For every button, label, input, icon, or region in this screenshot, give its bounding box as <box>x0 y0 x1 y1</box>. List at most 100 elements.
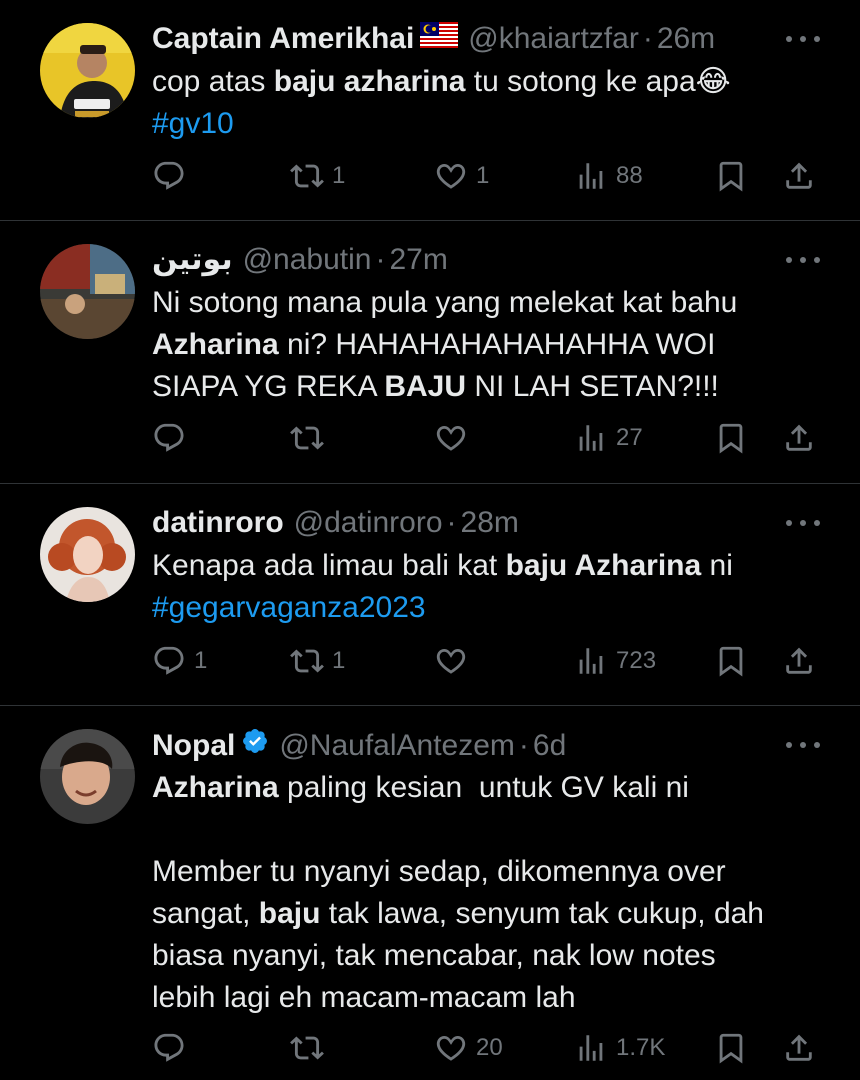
view-count: 27 <box>616 424 643 451</box>
repost-icon <box>290 159 324 193</box>
text-part: tu sotong ke apa <box>465 65 696 98</box>
like-button[interactable]: 1 <box>434 159 489 193</box>
views-icon <box>574 421 608 455</box>
user-handle[interactable]: @khaiartzfar <box>468 21 639 57</box>
share-icon <box>782 421 816 455</box>
tweet[interactable]: datinroro @datinroro · 28m Kenapa ada li… <box>0 484 860 706</box>
text-bold: baju azharina <box>273 65 466 98</box>
repost-button[interactable] <box>290 421 332 455</box>
heart-icon <box>434 644 468 678</box>
avatar[interactable] <box>40 507 135 602</box>
tweet-text: Ni sotong mana pula yang melekat kat bah… <box>152 282 820 408</box>
repost-icon <box>290 1031 324 1065</box>
text-bold: baju <box>258 897 321 930</box>
tweet-actions: 20 1.7K <box>152 1031 820 1067</box>
tweet[interactable]: Captain Amerikhai @khaiartzfar · 26m cop… <box>0 0 860 221</box>
user-handle[interactable]: @NaufalAntezem <box>279 728 515 764</box>
malaysia-flag-icon <box>420 21 459 57</box>
text-part: NI LAH SETAN?!!! <box>466 370 719 403</box>
views-button[interactable]: 723 <box>574 644 656 678</box>
repost-count: 1 <box>332 162 346 189</box>
repost-icon <box>290 421 324 455</box>
tweet-text: Kenapa ada limau bali kat baju Azharina … <box>152 545 820 629</box>
separator-dot: · <box>518 728 529 762</box>
reply-icon <box>152 1031 186 1065</box>
like-button[interactable] <box>434 421 476 455</box>
like-count: 20 <box>476 1034 503 1061</box>
timestamp[interactable]: 27m <box>389 242 447 278</box>
bookmark-button[interactable] <box>714 159 748 193</box>
reply-button[interactable]: 1 <box>152 644 207 678</box>
avatar[interactable] <box>40 244 135 339</box>
reply-icon <box>152 159 186 193</box>
heart-icon <box>434 421 468 455</box>
share-button[interactable] <box>782 421 816 455</box>
text-bold: Azharina <box>152 771 279 804</box>
bookmark-icon <box>714 644 748 678</box>
like-button[interactable]: 20 <box>434 1031 503 1065</box>
display-name[interactable]: datinroro <box>152 505 284 541</box>
timestamp[interactable]: 28m <box>461 505 519 541</box>
share-icon <box>782 644 816 678</box>
more-options-icon[interactable] <box>786 740 820 750</box>
like-count: 1 <box>476 162 490 189</box>
bookmark-button[interactable] <box>714 1031 748 1065</box>
reply-count: 1 <box>194 647 208 674</box>
more-options-icon[interactable] <box>786 518 820 528</box>
more-options-icon[interactable] <box>786 34 820 44</box>
text-part: ni <box>709 549 733 582</box>
more-options-icon[interactable] <box>786 255 820 265</box>
timestamp[interactable]: 6d <box>533 728 566 764</box>
hashtag-link[interactable]: #gv10 <box>152 107 234 140</box>
like-button[interactable] <box>434 644 476 678</box>
display-name[interactable]: بوتين <box>152 242 233 278</box>
tweet-text: Azharina paling kesian untuk GV kali ni … <box>152 767 820 1019</box>
repost-count: 1 <box>332 647 346 674</box>
tweet[interactable]: بوتين @nabutin · 27m Ni sotong mana pula… <box>0 221 860 484</box>
timestamp[interactable]: 26m <box>657 21 715 57</box>
reply-button[interactable] <box>152 421 194 455</box>
share-icon <box>782 1031 816 1065</box>
display-name[interactable]: Nopal <box>152 728 235 764</box>
separator-dot: · <box>375 243 386 276</box>
text-bold: baju Azharina <box>505 549 702 582</box>
avatar[interactable] <box>40 729 135 824</box>
reply-icon <box>152 421 186 455</box>
views-icon <box>574 644 608 678</box>
views-icon <box>574 159 608 193</box>
display-name[interactable]: Captain Amerikhai <box>152 21 414 57</box>
views-icon <box>574 1031 608 1065</box>
repost-button[interactable]: 1 <box>290 644 345 678</box>
tweet-actions: 1 1 88 <box>152 159 820 195</box>
hashtag-link[interactable]: #gegarvaganza2023 <box>152 591 426 624</box>
view-count: 1.7K <box>616 1034 666 1061</box>
share-icon <box>782 159 816 193</box>
repost-button[interactable] <box>290 1031 332 1065</box>
share-button[interactable] <box>782 159 816 193</box>
tweet-actions: 1 1 723 <box>152 644 820 680</box>
heart-icon <box>434 159 468 193</box>
avatar[interactable] <box>40 23 135 118</box>
separator-dot: · <box>642 22 653 55</box>
bookmark-icon <box>714 1031 748 1065</box>
views-button[interactable]: 1.7K <box>574 1031 665 1065</box>
user-handle[interactable]: @nabutin <box>243 242 372 278</box>
text-part: cop atas <box>152 65 274 98</box>
tweet[interactable]: Nopal @NaufalAntezem · 6d Azharina palin… <box>0 706 860 1080</box>
share-button[interactable] <box>782 644 816 678</box>
bookmark-icon <box>714 421 748 455</box>
bookmark-button[interactable] <box>714 421 748 455</box>
share-button[interactable] <box>782 1031 816 1065</box>
heart-icon <box>434 1031 468 1065</box>
text-bold: BAJU <box>384 370 467 403</box>
tweet-actions: 27 <box>152 421 820 457</box>
reply-button[interactable] <box>152 1031 194 1065</box>
laughing-emoji-icon: 😂 <box>695 65 731 98</box>
user-handle[interactable]: @datinroro <box>294 505 443 541</box>
views-button[interactable]: 88 <box>574 159 643 193</box>
views-button[interactable]: 27 <box>574 421 643 455</box>
separator-dot: · <box>446 506 457 539</box>
bookmark-button[interactable] <box>714 644 748 678</box>
repost-button[interactable]: 1 <box>290 159 345 193</box>
reply-button[interactable] <box>152 159 194 193</box>
